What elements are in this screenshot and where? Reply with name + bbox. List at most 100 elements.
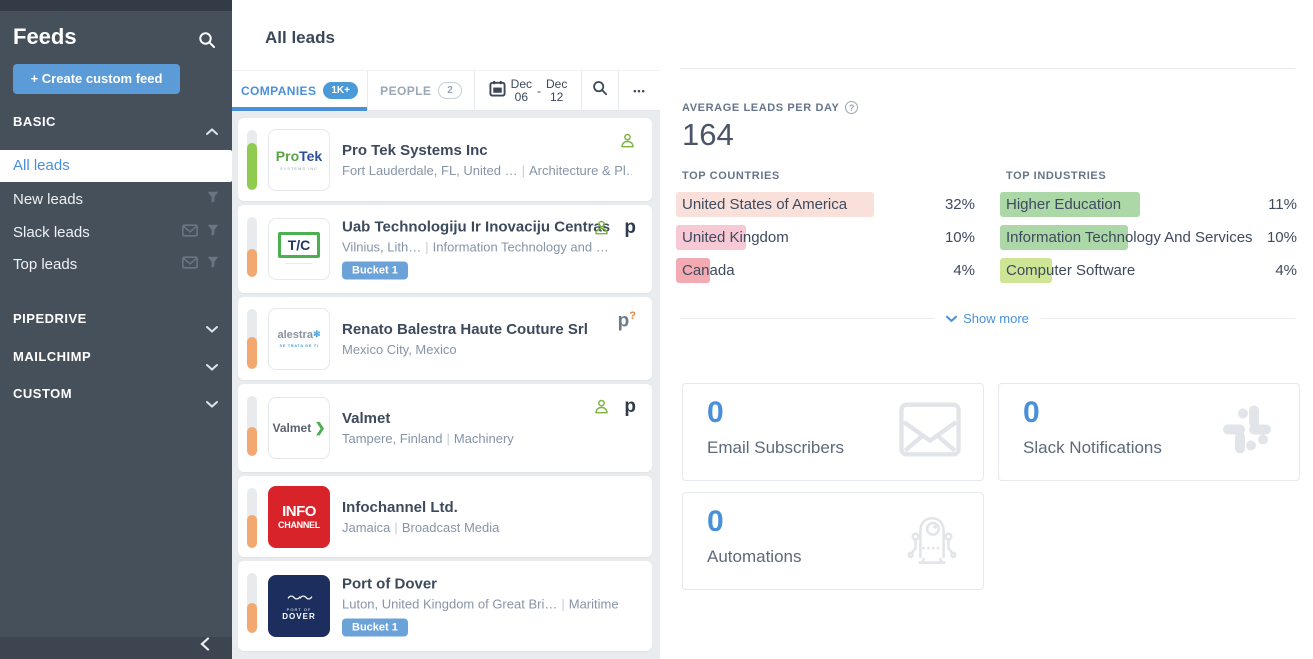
industry-pct: 10% xyxy=(1267,229,1297,246)
slack-icon xyxy=(1217,400,1277,465)
industry-row: Higher Education 11% xyxy=(1006,192,1297,217)
country-row: Canada 4% xyxy=(682,258,975,283)
people-count-badge: 2 xyxy=(438,82,462,99)
company-card[interactable]: ProTek SYSTEMS INC Pro Tek Systems Inc F… xyxy=(238,118,652,201)
company-location: Fort Lauderdale, FL, United … xyxy=(342,163,518,178)
envelope-icon[interactable] xyxy=(182,217,198,249)
chevron-down-icon xyxy=(946,311,957,326)
pipedrive-icon[interactable]: p xyxy=(624,219,636,237)
calendar-icon xyxy=(489,80,506,102)
industry-name: Higher Education xyxy=(1006,196,1121,213)
company-logo: 〜〜 PORT OF DOVER xyxy=(268,575,330,637)
sidebar-group-custom[interactable]: CUSTOM xyxy=(13,378,219,410)
industry-row: Information Technology And Services 10% xyxy=(1006,225,1297,250)
country-pct: 32% xyxy=(945,196,975,213)
sidebar-top-strip xyxy=(0,0,232,11)
company-industry: Maritime xyxy=(569,597,619,612)
bucket-tag[interactable]: Bucket 1 xyxy=(342,619,408,637)
company-name: Uab Technologiju Ir Inovaciju Centras xyxy=(342,219,632,236)
company-industry: Architecture & Pl… xyxy=(529,163,632,178)
tab-bar: COMPANIES 1K+ PEOPLE 2 Dec06 - Dec12 ••• xyxy=(232,70,660,111)
top-countries-label: TOP COUNTRIES xyxy=(682,170,780,182)
sidebar-group-mailchimp[interactable]: MAILCHIMP xyxy=(13,341,219,373)
create-custom-feed-button[interactable]: + Create custom feed xyxy=(13,64,180,94)
more-options-button[interactable]: ••• xyxy=(619,71,660,110)
sidebar-item-top-leads[interactable]: Top leads xyxy=(0,249,232,281)
contact-person-icon[interactable] xyxy=(593,219,610,241)
company-card[interactable]: Valmet ❯ Valmet Tampere, Finland|Machine… xyxy=(238,384,652,472)
company-location: Luton, United Kingdom of Great Bri… xyxy=(342,597,557,612)
email-subscribers-count: 0 xyxy=(707,396,724,430)
search-icon xyxy=(592,80,608,101)
company-card[interactable]: 〜〜 PORT OF DOVER Port of Dover Luton, Un… xyxy=(238,561,652,651)
help-icon[interactable]: ? xyxy=(845,101,858,114)
contact-person-icon[interactable] xyxy=(593,398,610,420)
lead-quality-bar xyxy=(247,488,257,548)
companies-count-badge: 1K+ xyxy=(323,82,358,99)
sidebar-group-pipedrive[interactable]: PIPEDRIVE xyxy=(13,303,219,335)
tab-people[interactable]: PEOPLE 2 xyxy=(368,71,475,110)
contact-person-icon[interactable] xyxy=(619,132,636,154)
sidebar: Feeds + Create custom feed BASIC All lea… xyxy=(0,0,232,659)
pipedrive-unmatched-icon[interactable]: p? xyxy=(618,311,636,330)
average-leads-label: AVERAGE LEADS PER DAY ? xyxy=(682,101,858,114)
company-name: Pro Tek Systems Inc xyxy=(342,142,632,159)
pipedrive-icon[interactable]: p xyxy=(624,398,636,416)
country-row: United States of America 32% xyxy=(682,192,975,217)
robot-icon xyxy=(903,510,961,573)
plus-icon: + xyxy=(31,71,42,86)
sidebar-item-slack-leads[interactable]: Slack leads xyxy=(0,217,232,249)
sidebar-group-basic[interactable]: BASIC xyxy=(13,106,219,138)
company-card[interactable]: T/C ───────── Uab Technologiju Ir Inovac… xyxy=(238,205,652,293)
company-industry: Information Technology and … xyxy=(433,240,609,255)
filter-icon[interactable] xyxy=(206,249,220,281)
company-name: Infochannel Ltd. xyxy=(342,499,632,516)
email-subscribers-card[interactable]: 0 Email Subscribers xyxy=(682,383,984,481)
envelope-icon[interactable] xyxy=(182,249,198,281)
date-range-picker[interactable]: Dec06 - Dec12 xyxy=(475,71,582,110)
company-location: Jamaica xyxy=(342,520,390,535)
country-name: United States of America xyxy=(682,196,847,213)
show-more-button[interactable]: Show more xyxy=(946,311,1029,326)
lead-quality-bar xyxy=(247,573,257,633)
slack-notifications-card[interactable]: 0 Slack Notifications xyxy=(998,383,1300,481)
country-row: United Kingdom 10% xyxy=(682,225,975,250)
sidebar-item-new-leads[interactable]: New leads xyxy=(0,184,232,216)
chevron-down-icon xyxy=(206,388,218,420)
tab-companies[interactable]: COMPANIES 1K+ xyxy=(232,71,368,110)
sidebar-footer xyxy=(0,637,232,659)
chevron-up-icon xyxy=(206,116,218,148)
ellipsis-icon: ••• xyxy=(633,86,645,96)
company-card[interactable]: INFOCHANNEL Infochannel Ltd. Jamaica|Bro… xyxy=(238,476,652,557)
industry-name: Information Technology And Services xyxy=(1006,229,1253,246)
page-title: All leads xyxy=(265,28,335,48)
company-logo: ProTek SYSTEMS INC xyxy=(268,129,330,191)
search-leads-button[interactable] xyxy=(582,71,619,110)
company-logo: T/C ───────── xyxy=(268,218,330,280)
search-icon[interactable] xyxy=(198,31,216,49)
company-logo: INFOCHANNEL xyxy=(268,486,330,548)
company-list: ProTek SYSTEMS INC Pro Tek Systems Inc F… xyxy=(232,111,660,659)
company-logo: Valmet ❯ xyxy=(268,397,330,459)
company-location: Tampere, Finland xyxy=(342,431,442,446)
filter-icon[interactable] xyxy=(206,184,220,216)
slack-notifications-count: 0 xyxy=(1023,396,1040,430)
company-name: Valmet xyxy=(342,410,632,427)
country-name: Canada xyxy=(682,262,735,279)
lead-quality-bar xyxy=(247,130,257,190)
filter-icon[interactable] xyxy=(206,217,220,249)
collapse-sidebar-icon[interactable] xyxy=(200,637,210,656)
sidebar-item-all-leads[interactable]: All leads xyxy=(0,150,232,182)
automations-card[interactable]: 0 Automations xyxy=(682,492,984,590)
company-name: Port of Dover xyxy=(342,576,632,593)
average-leads-value: 164 xyxy=(682,117,734,153)
company-card[interactable]: alestra✻ SE TRATA DE TI Renato Balestra … xyxy=(238,297,652,380)
industry-name: Computer Software xyxy=(1006,262,1135,279)
company-industry: Machinery xyxy=(454,431,514,446)
bucket-tag[interactable]: Bucket 1 xyxy=(342,262,408,280)
lead-quality-bar xyxy=(247,309,257,369)
stats-panel: AVERAGE LEADS PER DAY ? 164 TOP COUNTRIE… xyxy=(660,0,1313,659)
company-industry: Broadcast Media xyxy=(402,520,500,535)
country-pct: 10% xyxy=(945,229,975,246)
divider xyxy=(680,68,1295,69)
